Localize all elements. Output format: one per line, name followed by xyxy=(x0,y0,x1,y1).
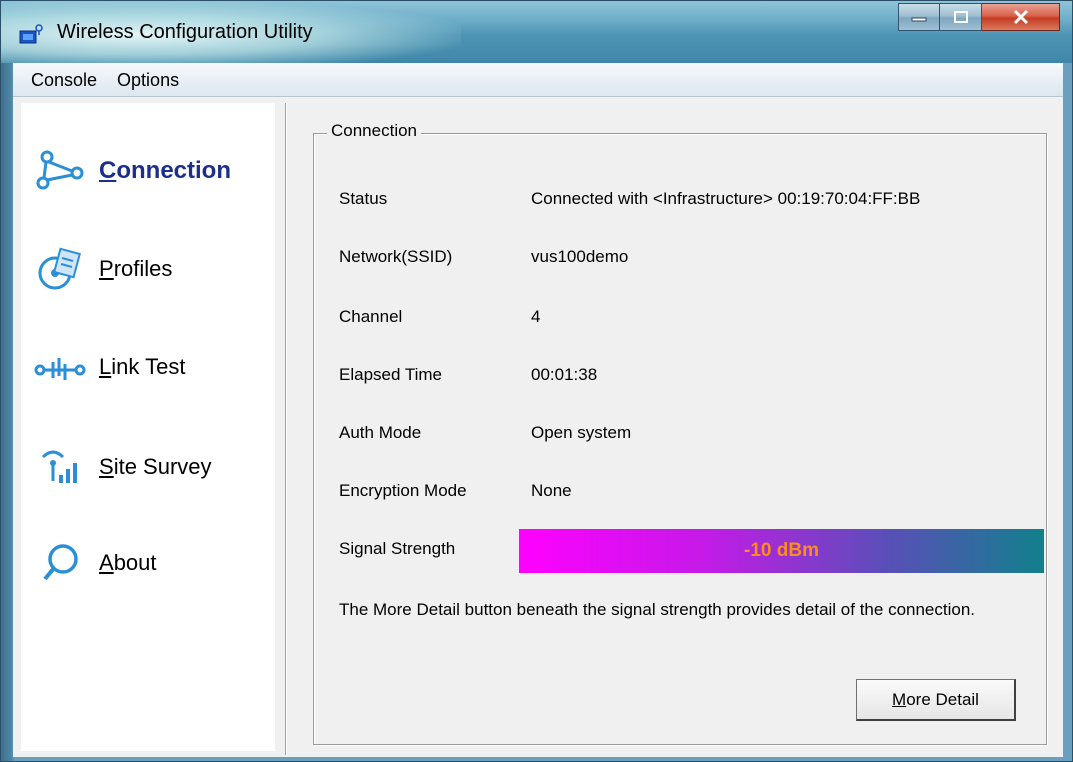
auth-mode-value: Open system xyxy=(531,423,632,442)
sidebar-item-about[interactable]: About xyxy=(21,533,275,593)
sidebar: Connection Profiles Link Test Site Surve… xyxy=(21,103,275,751)
menu-bar: Console Options xyxy=(13,63,1063,97)
status-value: Connected with <Infrastructure> 00:19:70… xyxy=(531,189,921,208)
signal-strength-value: -10 dBm xyxy=(744,540,819,561)
status-label: Status xyxy=(339,189,388,208)
sidebar-item-label: About xyxy=(99,550,157,575)
sidebar-item-label: Site Survey xyxy=(99,454,212,479)
menu-console[interactable]: Console xyxy=(21,63,107,97)
description-text: The More Detail button beneath the signa… xyxy=(339,600,976,619)
sidebar-item-label: Connection xyxy=(99,157,231,184)
site-survey-icon xyxy=(31,443,91,491)
elapsed-time-label: Elapsed Time xyxy=(339,365,442,384)
app-icon xyxy=(19,24,43,44)
sidebar-item-label: Link Test xyxy=(99,354,186,379)
minimize-icon xyxy=(911,17,927,22)
connection-group xyxy=(313,133,1047,745)
sidebar-item-profiles[interactable]: Profiles xyxy=(21,239,275,299)
auth-mode-label: Auth Mode xyxy=(339,423,422,442)
close-button[interactable] xyxy=(982,3,1060,31)
window-controls xyxy=(898,3,1060,31)
menu-options[interactable]: Options xyxy=(107,63,189,97)
client-area: Connection Profiles Link Test Site Surve… xyxy=(13,97,1063,757)
more-detail-button[interactable]: More Detail xyxy=(856,679,1016,721)
link-test-icon xyxy=(31,343,91,391)
window-title: Wireless Configuration Utility xyxy=(57,21,313,43)
sidebar-item-label: Profiles xyxy=(99,256,173,281)
network-label: Network(SSID) xyxy=(339,247,453,266)
signal-strength-label: Signal Strength xyxy=(339,539,456,558)
connection-icon xyxy=(31,147,91,195)
minimize-button[interactable] xyxy=(898,3,940,31)
close-icon xyxy=(1013,9,1028,25)
network-value: vus100demo xyxy=(531,247,629,266)
group-title: Connection xyxy=(327,121,422,141)
encryption-mode-value: None xyxy=(531,481,572,500)
encryption-mode-label: Encryption Mode xyxy=(339,481,467,500)
elapsed-time-value: 00:01:38 xyxy=(531,365,598,384)
sidebar-divider xyxy=(285,103,287,755)
signal-strength-bar: -10 dBm xyxy=(519,529,1044,573)
sidebar-item-connection[interactable]: Connection xyxy=(21,141,275,201)
profiles-icon xyxy=(31,245,91,293)
maximize-icon xyxy=(953,11,968,23)
about-icon xyxy=(31,539,91,587)
app-window: Wireless Configuration Utility Console O… xyxy=(0,0,1073,762)
channel-label: Channel xyxy=(339,307,403,326)
channel-value: 4 xyxy=(531,307,541,326)
maximize-button[interactable] xyxy=(940,3,982,31)
title-bar[interactable]: Wireless Configuration Utility xyxy=(1,1,1072,63)
sidebar-item-site-survey[interactable]: Site Survey xyxy=(21,437,275,497)
sidebar-item-link-test[interactable]: Link Test xyxy=(21,337,275,397)
